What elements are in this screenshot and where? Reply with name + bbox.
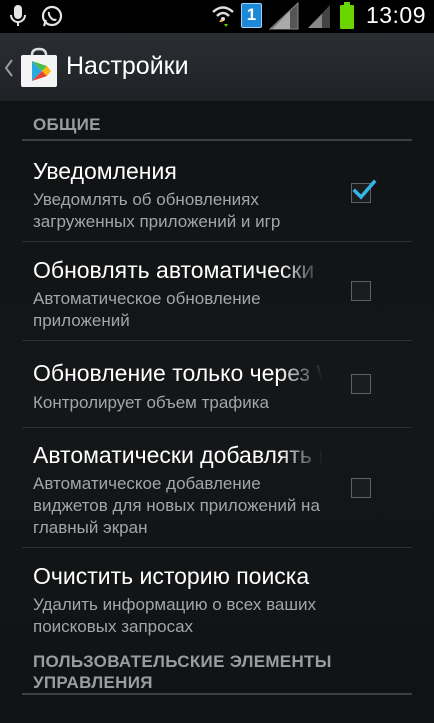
setting-title: Очистить историю поиска [33, 563, 310, 589]
section-divider [22, 693, 412, 695]
setting-summary: Автоматическое обновление приложений [33, 289, 261, 330]
sim-badge-icon: 1 [240, 3, 262, 28]
auto-update-checkbox[interactable] [351, 281, 371, 301]
action-bar: Настройки [0, 33, 434, 102]
checkmark-icon [352, 179, 377, 200]
setting-summary: Автоматическое добавление виджетов для н… [33, 474, 320, 537]
play-store-icon [18, 47, 60, 89]
microphone-icon [6, 4, 30, 28]
chevron-left-icon [4, 59, 14, 77]
up-navigation[interactable] [0, 33, 64, 101]
sim-badge-number: 1 [246, 5, 257, 24]
battery-icon [338, 1, 356, 29]
screen-title: Настройки [66, 52, 189, 80]
setting-summary: Удалить информацию о всех ваших поисковы… [33, 595, 317, 636]
wifi-only-checkbox[interactable] [351, 374, 371, 394]
setting-summary: Контролирует объем трафика [33, 393, 270, 412]
signal-icon-2 [306, 4, 332, 28]
setting-title: Автоматически добавлять виджеты [33, 442, 323, 468]
setting-summary: Уведомлять об обновлениях загруженных пр… [33, 190, 281, 231]
setting-title: Обновление только через Wi-Fi [33, 360, 323, 386]
section-header-general: ОБЩИЕ [33, 115, 101, 134]
wifi-icon [211, 4, 235, 28]
notifications-checkbox[interactable] [351, 179, 377, 203]
settings-list: ОБЩИЕ Уведомления Уведомлять об обновлен… [0, 101, 434, 723]
section-header-user-controls: ПОЛЬЗОВАТЕЛЬСКИЕ ЭЛЕМЕНТЫ УПРАВЛЕНИЯ [33, 652, 332, 692]
status-clock: 13:09 [365, 2, 426, 28]
whatsapp-icon [40, 4, 64, 28]
auto-widgets-checkbox[interactable] [351, 478, 371, 498]
status-bar: 1 13:09 [0, 0, 434, 33]
setting-title: Обновлять автоматически [33, 257, 315, 283]
signal-icon [268, 1, 300, 29]
